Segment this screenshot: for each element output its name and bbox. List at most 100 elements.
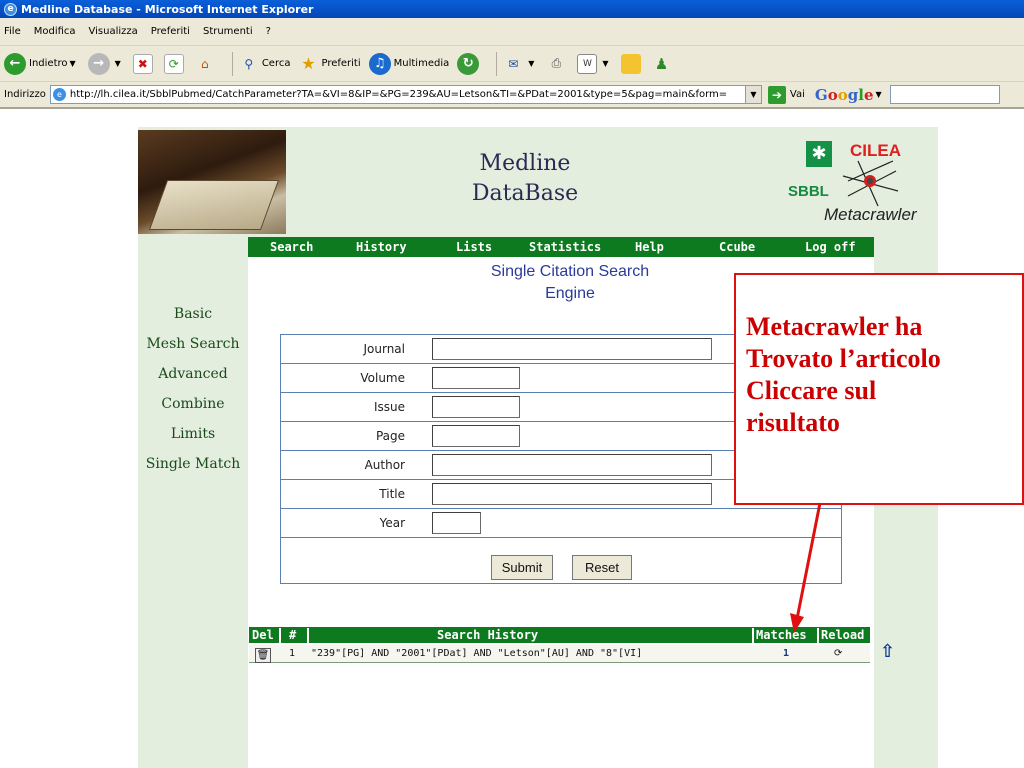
chevron-down-icon[interactable]: ▼ (115, 59, 121, 68)
journal-label: Journal (363, 342, 405, 356)
favorites-button[interactable]: ★ Preferiti (298, 54, 360, 74)
browser-toolbar: ← Indietro ▼ → ▼ ✖ ⟳ ⌂ ⚲ Cerca ★ Preferi… (0, 46, 1024, 82)
menu-modifica[interactable]: Modifica (34, 26, 76, 37)
menu-file[interactable]: File (4, 26, 21, 37)
star-icon: ★ (301, 54, 316, 73)
page-title: Single Citation Search Engine (470, 261, 670, 305)
nav-help[interactable]: Help (635, 240, 664, 254)
back-button[interactable]: ← Indietro ▼ (4, 52, 80, 75)
back-label: Indietro (29, 58, 68, 69)
refresh-button[interactable]: ⟳ (163, 53, 187, 74)
nav-search[interactable]: Search (270, 240, 313, 254)
menu-limits[interactable]: Limits (138, 419, 248, 449)
forward-button[interactable]: → ▼ (87, 52, 125, 75)
menu-single-match[interactable]: Single Match (138, 449, 248, 479)
refresh-icon: ⟳ (163, 53, 184, 74)
forward-arrow-icon: → (87, 52, 110, 75)
site-title-line1: Medline (479, 151, 571, 176)
col-divider (307, 628, 309, 644)
col-search-history: Search History (437, 628, 539, 642)
mail-icon: ✉ (508, 56, 519, 71)
col-divider (279, 628, 281, 644)
site-title: Medline DataBase (460, 149, 590, 209)
stop-button[interactable]: ✖ (132, 53, 156, 74)
menu-visualizza[interactable]: Visualizza (89, 26, 138, 37)
menu-advanced[interactable]: Advanced (138, 359, 248, 389)
nav-ccube[interactable]: Ccube (719, 240, 755, 254)
menu-strumenti[interactable]: Strumenti (203, 26, 253, 37)
volume-label: Volume (360, 371, 405, 385)
media-globe-icon: ♫ (368, 52, 391, 75)
home-button[interactable]: ⌂ (195, 54, 218, 74)
chevron-down-icon[interactable]: ▼ (876, 90, 882, 99)
menu-help[interactable]: ? (266, 26, 271, 37)
chevron-down-icon[interactable]: ▼ (744, 86, 761, 103)
nav-logoff[interactable]: Log off (805, 240, 856, 254)
volume-input[interactable] (432, 367, 520, 389)
back-arrow-icon: ← (4, 52, 26, 75)
address-input[interactable]: e http://lh.cilea.it/SbblPubmed/CatchPar… (49, 85, 762, 104)
table-row: 🗑 1 "239"[PG] AND "2001"[PDat] AND "Lets… (249, 645, 870, 663)
col-num: # (289, 628, 297, 642)
favorites-label: Preferiti (321, 58, 361, 69)
menu-basic[interactable]: Basic (138, 299, 248, 329)
reload-icon[interactable]: ⟳ (834, 648, 842, 659)
reset-button[interactable]: Reset (572, 555, 632, 580)
go-arrow-icon[interactable]: ➔ (767, 85, 786, 104)
journal-input[interactable] (432, 338, 712, 360)
page-title-line1: Single Citation Search (490, 263, 650, 280)
folder-icon (620, 53, 641, 74)
web-page: Medline DataBase ✱ CILEA SBBL Metacrawle… (0, 111, 1024, 768)
year-input[interactable] (432, 512, 481, 534)
author-input[interactable] (432, 454, 712, 476)
address-url: http://lh.cilea.it/SbblPubmed/CatchParam… (69, 89, 728, 100)
nav-lists[interactable]: Lists (456, 240, 492, 254)
history-clock-icon: ↻ (457, 52, 480, 75)
chevron-down-icon[interactable]: ▼ (602, 59, 608, 68)
issue-label: Issue (373, 400, 405, 414)
submit-button[interactable]: Submit (491, 555, 553, 580)
row-number: 1 (289, 648, 296, 659)
address-bar: Indirizzo e http://lh.cilea.it/SbblPubme… (0, 82, 1024, 109)
books-image (138, 130, 286, 234)
left-menu: Basic Mesh Search Advanced Combine Limit… (138, 299, 248, 479)
menu-preferiti[interactable]: Preferiti (151, 26, 190, 37)
search-button[interactable]: ⚲ Cerca (239, 54, 291, 74)
menu-combine[interactable]: Combine (138, 389, 248, 419)
menu-mesh-search[interactable]: Mesh Search (138, 329, 248, 359)
chevron-down-icon[interactable]: ▼ (528, 59, 534, 68)
google-logo: Google (814, 85, 874, 104)
menu-bar: File Modifica Visualizza Preferiti Strum… (0, 18, 1024, 46)
col-divider (752, 628, 754, 644)
print-icon: ⎙ (551, 56, 562, 70)
arrow-up-icon[interactable]: ⇧ (880, 641, 895, 662)
go-button[interactable]: Vai (790, 89, 805, 100)
history-table-header: Del # Search History Matches Reload (249, 627, 870, 644)
nav-statistics[interactable]: Statistics (529, 240, 601, 254)
nav-history[interactable]: History (356, 240, 407, 254)
title-input[interactable] (432, 483, 712, 505)
trash-icon[interactable]: 🗑 (255, 648, 271, 663)
col-del: Del (252, 628, 274, 642)
media-button[interactable]: ♫ Multimedia (368, 52, 449, 75)
messenger-button[interactable]: ♟ (652, 54, 675, 74)
row-matches-link[interactable]: 1 (783, 648, 789, 659)
history-button[interactable]: ↻ (457, 52, 482, 75)
folder-button[interactable] (620, 53, 644, 74)
annotation-arrow-icon (790, 502, 822, 633)
mail-button[interactable]: ✉ ▼ (503, 54, 538, 74)
page-title-line2: Engine (545, 285, 595, 302)
row-query: "239"[PG] AND "2001"[PDat] AND "Letson"[… (311, 648, 643, 659)
stop-icon: ✖ (132, 53, 153, 74)
home-icon: ⌂ (201, 56, 209, 71)
issue-input[interactable] (432, 396, 520, 418)
search-label: Cerca (261, 58, 291, 69)
print-button[interactable]: ⎙ (546, 54, 569, 74)
word-edit-icon: W (577, 53, 598, 74)
callout-line4: risultato (746, 408, 840, 437)
google-search-input[interactable] (889, 85, 1000, 104)
edit-button[interactable]: W ▼ (577, 53, 612, 74)
chevron-down-icon[interactable]: ▼ (70, 59, 76, 68)
page-input[interactable] (432, 425, 520, 447)
year-label: Year (379, 516, 405, 530)
